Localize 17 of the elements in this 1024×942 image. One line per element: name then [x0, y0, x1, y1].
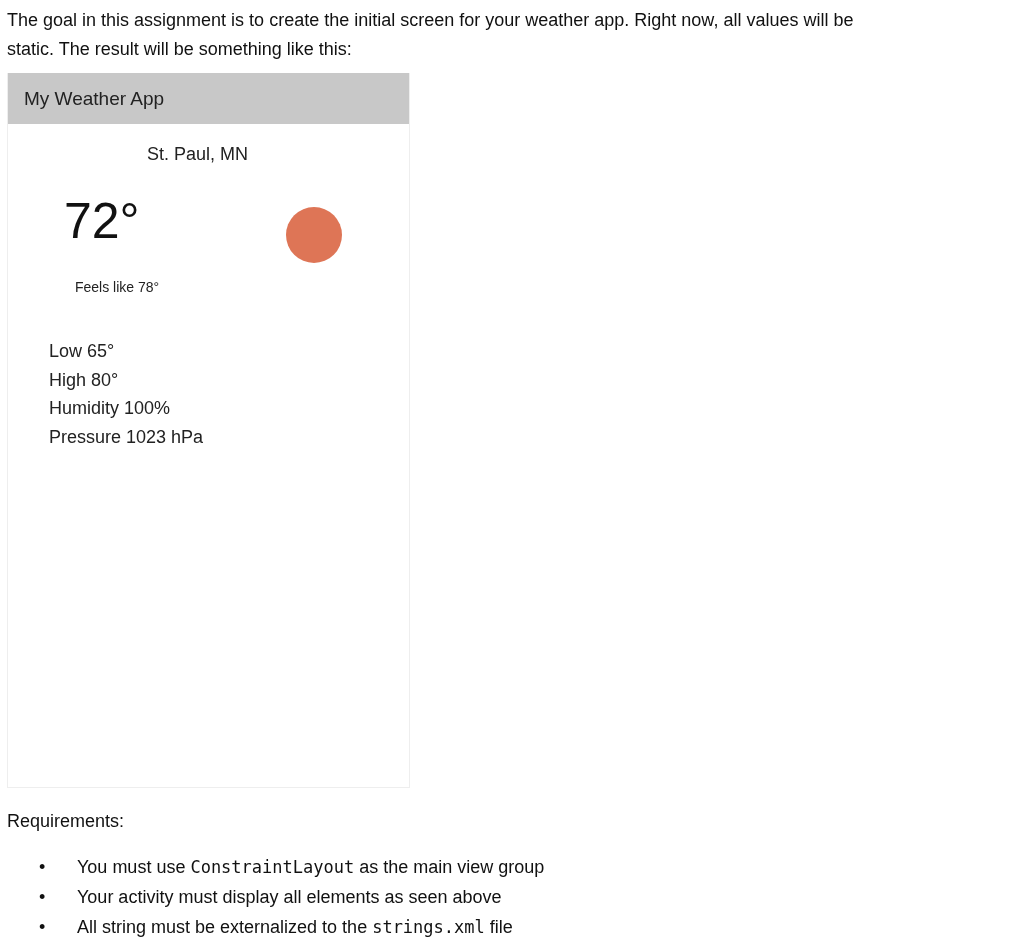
weather-stat-label: High 80° — [49, 368, 119, 392]
weather-dot-icon — [286, 207, 342, 263]
app-title-bar: My Weather App — [8, 73, 409, 124]
temperature-label: 72° — [64, 192, 141, 251]
weather-stat-label: Pressure 1023 hPa — [49, 425, 204, 449]
requirement-text: Your activity must display all elements as seen above — [77, 886, 502, 908]
bullet-mark: • — [38, 856, 47, 878]
bullet-mark: • — [38, 886, 47, 908]
weather-stat-label: Humidity 100% — [49, 397, 171, 420]
intro-paragraph: The goal in this assignment is to create the initial screen for your weather app. Right now, all values will be static. The result will be something like this: — [7, 9, 855, 61]
requirement-text: All string must be externalized to the strings.xml file — [77, 916, 513, 938]
requirement-text: You must use ConstraintLayout as the main view group — [77, 856, 545, 878]
location-label: St. Paul, MN — [147, 144, 249, 165]
feels-like-label: Feels like 78° — [75, 279, 160, 295]
requirements-heading: Requirements: — [7, 810, 125, 833]
bullet-mark: • — [38, 916, 47, 938]
weather-stat-label: Low 65° — [49, 340, 115, 363]
